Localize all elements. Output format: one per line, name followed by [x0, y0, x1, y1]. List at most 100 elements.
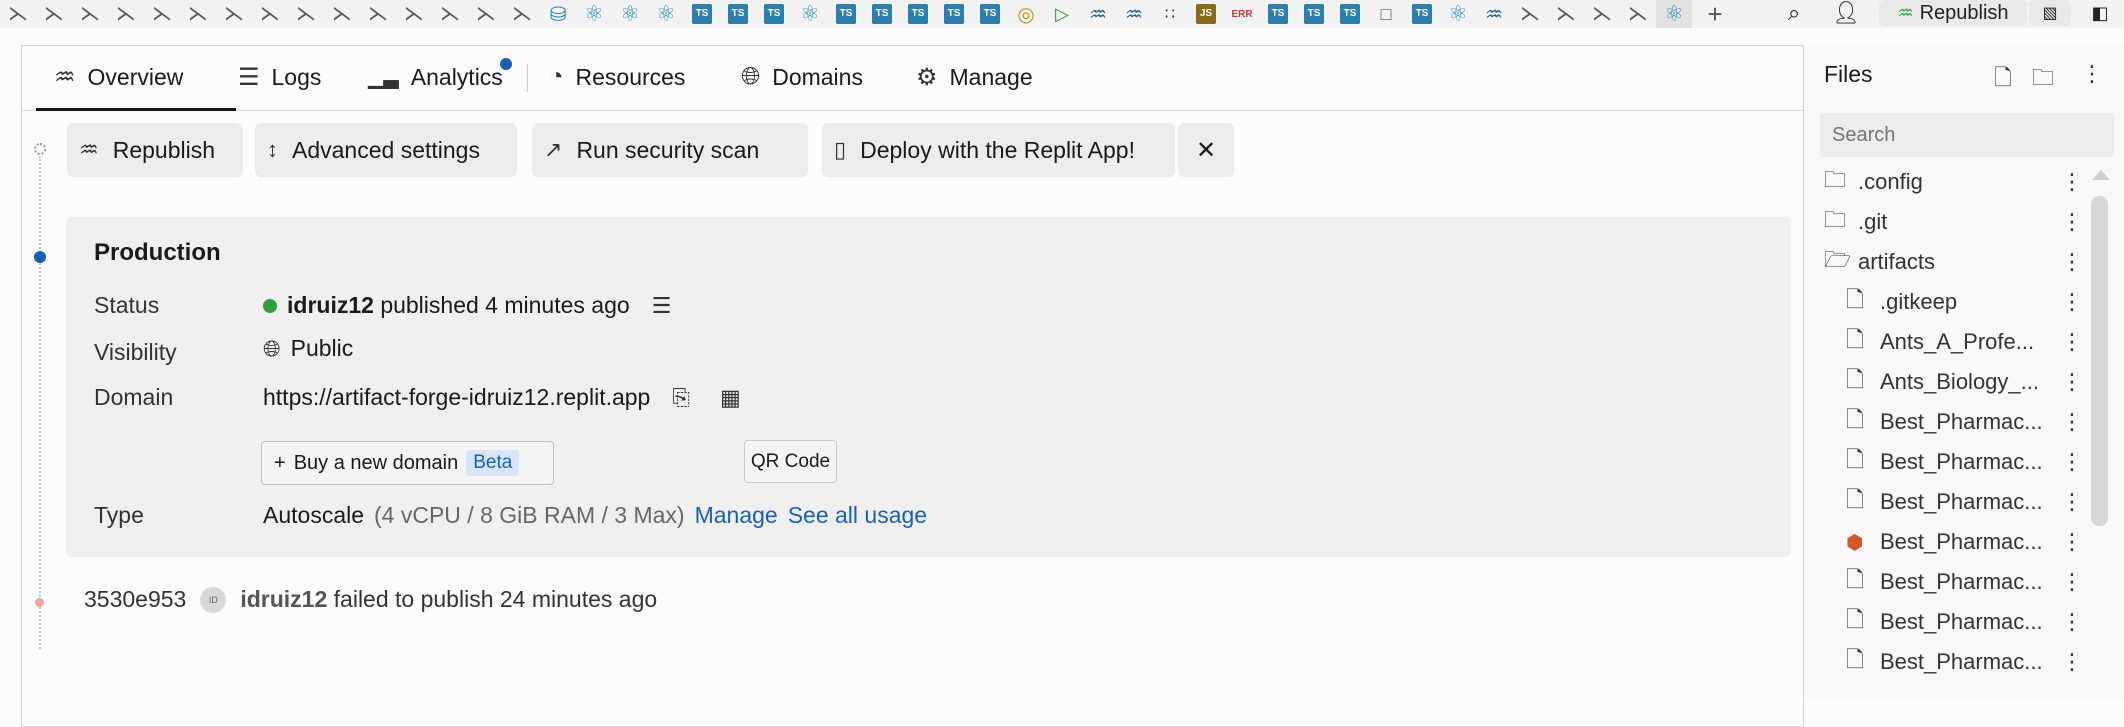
more-menu-icon[interactable]: ⋮	[2061, 289, 2083, 315]
editor-tab[interactable]: ⋋	[432, 0, 468, 28]
tab-domains[interactable]: 🌐︎ Domains	[741, 46, 863, 108]
editor-tab[interactable]: TS	[1296, 0, 1332, 28]
more-menu-icon[interactable]: ⋮	[2061, 249, 2083, 275]
editor-tab[interactable]: ⋋	[0, 0, 36, 28]
qr-code-icon[interactable]: ▦	[720, 385, 741, 411]
file-item[interactable]: 🗋︎ Best_Pharmac... ⋮	[1804, 442, 2114, 482]
more-menu-icon[interactable]: ⋮	[2061, 449, 2083, 475]
editor-tab[interactable]: ⋋	[1584, 0, 1620, 28]
editor-tab[interactable]: ⋋	[1512, 0, 1548, 28]
editor-tab[interactable]: ⋋	[504, 0, 540, 28]
more-menu-icon[interactable]: ⋮	[2061, 569, 2083, 595]
editor-tab[interactable]: JS	[1188, 0, 1224, 28]
file-item[interactable]: ⬢ Best_Pharmac... ⋮	[1804, 522, 2114, 562]
more-menu-icon[interactable]: ⋮	[2061, 489, 2083, 515]
folder-item[interactable]: 🗀︎ .config ⋮	[1804, 162, 2114, 202]
see-usage-link[interactable]: See all usage	[788, 502, 927, 529]
editor-tab[interactable]: TS	[828, 0, 864, 28]
failed-deployment-row[interactable]: 3530e953 ID idruiz12 failed to publish 2…	[84, 586, 657, 613]
editor-tab[interactable]: ◎	[1008, 0, 1044, 28]
editor-tab[interactable]: TS	[720, 0, 756, 28]
file-item[interactable]: 🗋︎ Ants_Biology_... ⋮	[1804, 362, 2114, 402]
editor-tab[interactable]: ♒	[1476, 0, 1512, 28]
folder-item[interactable]: 🗀︎ .git ⋮	[1804, 202, 2114, 242]
editor-tab[interactable]: ⋋	[180, 0, 216, 28]
more-menu-icon[interactable]: ⋮	[2081, 61, 2103, 87]
file-item[interactable]: 🗋︎ Best_Pharmac... ⋮	[1804, 482, 2114, 522]
editor-tab[interactable]: ⋋	[72, 0, 108, 28]
editor-tab[interactable]: ⚛	[576, 0, 612, 28]
editor-tab[interactable]: ⚛	[612, 0, 648, 28]
editor-tab[interactable]: ERR	[1224, 0, 1260, 28]
sidebar-toggle-button[interactable]: ◧	[2080, 0, 2120, 26]
new-file-icon[interactable]: 🗋︎	[1994, 61, 2012, 99]
editor-tab[interactable]: TS	[684, 0, 720, 28]
domain-link[interactable]: https://artifact-forge-idruiz12.replit.a…	[263, 384, 650, 411]
more-menu-icon[interactable]: ⋮	[2061, 329, 2083, 355]
file-search-input[interactable]	[1820, 113, 2114, 157]
republish-button[interactable]: ♒ Republish	[67, 123, 243, 177]
editor-tab[interactable]: ⋋	[324, 0, 360, 28]
dismiss-button[interactable]: ✕	[1178, 123, 1234, 177]
tab-overview[interactable]: ♒ Overview	[54, 46, 183, 108]
editor-tab[interactable]: ▷	[1044, 0, 1080, 28]
folder-item[interactable]: 🗁︎ artifacts ⋮	[1804, 242, 2114, 282]
more-menu-icon[interactable]: ⋮	[2061, 169, 2083, 195]
more-menu-icon[interactable]: ⋮	[2061, 649, 2083, 675]
republish-top-button[interactable]: ♒ Republish	[1879, 0, 2027, 26]
file-item[interactable]: 🗋︎ Best_Pharmac... ⋮	[1804, 562, 2114, 602]
list-icon[interactable]: ☰	[652, 293, 672, 319]
editor-tab[interactable]: □	[1368, 0, 1404, 28]
editor-tab[interactable]: ⋋	[108, 0, 144, 28]
editor-tab[interactable]: TS	[1332, 0, 1368, 28]
editor-tab[interactable]: ∷	[1152, 0, 1188, 28]
more-menu-icon[interactable]: ⋮	[2061, 209, 2083, 235]
editor-tab[interactable]: ⚛	[1656, 0, 1692, 28]
file-item[interactable]: 🗋︎ Best_Pharmac... ⋮	[1804, 402, 2114, 442]
editor-tab[interactable]: TS	[900, 0, 936, 28]
editor-tab[interactable]: TS	[864, 0, 900, 28]
tab-logs[interactable]: ☰ Logs	[238, 46, 321, 108]
editor-tab[interactable]: TS	[972, 0, 1008, 28]
invite-button[interactable]: 👤︎	[1829, 0, 1863, 26]
editor-tab[interactable]: ⋋	[216, 0, 252, 28]
more-menu-icon[interactable]: ⋮	[2061, 369, 2083, 395]
new-tab-button[interactable]: +	[1692, 0, 1738, 29]
file-item[interactable]: 🗋︎ Best_Pharmac... ⋮	[1804, 602, 2114, 642]
editor-tab[interactable]: TS	[1260, 0, 1296, 28]
more-menu-icon[interactable]: ⋮	[2061, 609, 2083, 635]
editor-tab[interactable]: ⋋	[252, 0, 288, 28]
tab-analytics[interactable]: ▁▃ Analytics	[368, 46, 503, 108]
more-menu-icon[interactable]: ⋮	[2061, 409, 2083, 435]
editor-tab[interactable]: ⚛	[792, 0, 828, 28]
advanced-settings-button[interactable]: ↕ Advanced settings	[255, 123, 517, 177]
file-item[interactable]: 🗋︎ .gitkeep ⋮	[1804, 282, 2114, 322]
panel-toggle-button[interactable]: ▧	[2029, 0, 2071, 26]
editor-tab[interactable]: TS	[1404, 0, 1440, 28]
more-menu-icon[interactable]: ⋮	[2061, 529, 2083, 555]
search-button[interactable]: ⌕	[1777, 0, 1811, 26]
editor-tab[interactable]: ⋋	[360, 0, 396, 28]
tab-manage[interactable]: ⚙ Manage	[916, 46, 1033, 108]
deploy-app-button[interactable]: ▯ Deploy with the Replit App!	[822, 123, 1175, 177]
file-item[interactable]: 🗋︎ Best_Pharmac... ⋮	[1804, 642, 2114, 682]
editor-tab[interactable]: ⛁	[540, 0, 576, 28]
file-item[interactable]: 🗋︎ Ants_A_Profe... ⋮	[1804, 322, 2114, 362]
new-folder-icon[interactable]: 🗀︎	[2032, 61, 2054, 99]
manage-link[interactable]: Manage	[695, 502, 778, 529]
tab-resources[interactable]: ◔ Resources	[549, 46, 685, 108]
editor-tab[interactable]: ♒	[1116, 0, 1152, 28]
editor-tab[interactable]: TS	[756, 0, 792, 28]
editor-tab[interactable]: ⋋	[288, 0, 324, 28]
editor-tab[interactable]: TS	[936, 0, 972, 28]
editor-tab[interactable]: ⚛	[648, 0, 684, 28]
editor-tab[interactable]: ⋋	[468, 0, 504, 28]
editor-tab[interactable]: ⋋	[1620, 0, 1656, 28]
editor-tab[interactable]: ⋋	[36, 0, 72, 28]
editor-tab[interactable]: ⋋	[1548, 0, 1584, 28]
copy-icon[interactable]: ⎘	[672, 385, 690, 411]
editor-tab[interactable]: ⋋	[396, 0, 432, 28]
scroll-up-arrow[interactable]	[2092, 170, 2110, 180]
editor-tab[interactable]: ♒	[1080, 0, 1116, 28]
editor-tab[interactable]: ⋋	[144, 0, 180, 28]
